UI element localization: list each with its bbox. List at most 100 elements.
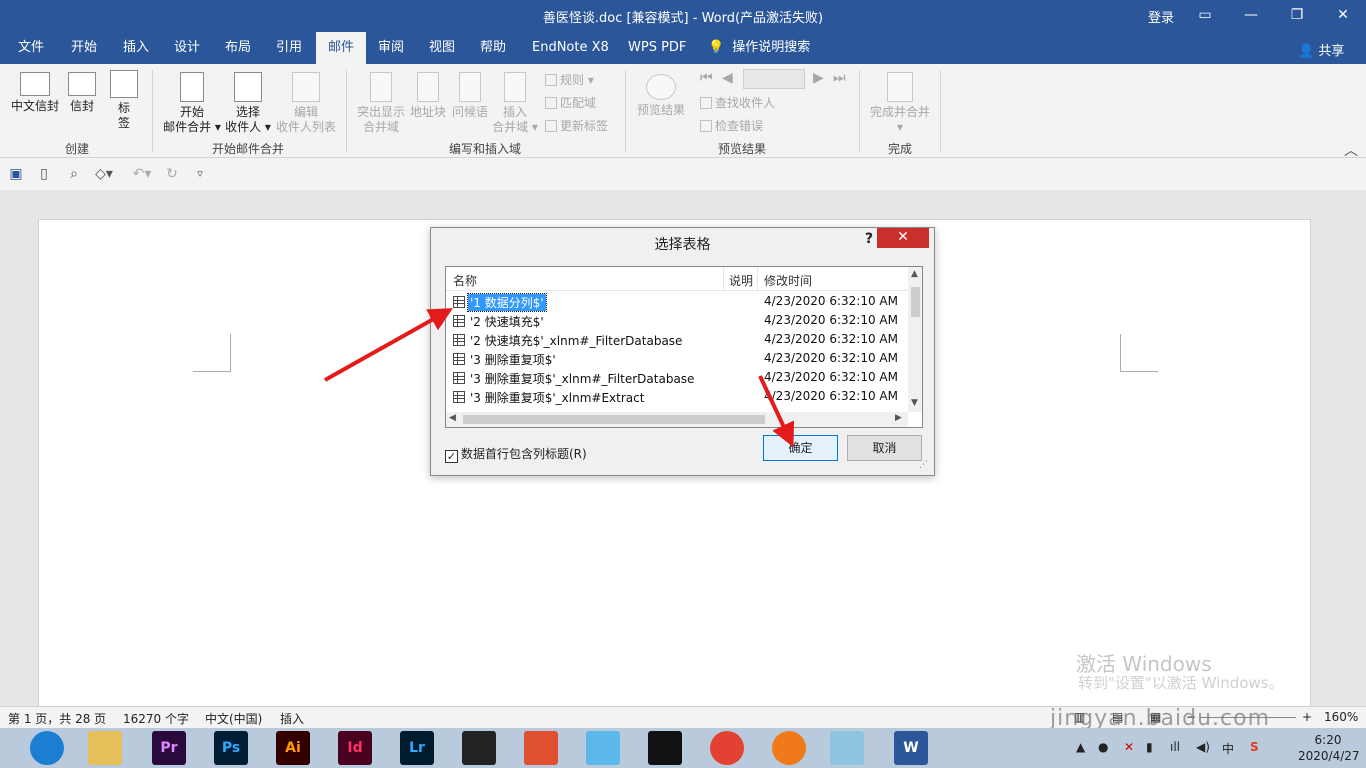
highlight-merge-fields-button[interactable]: 突出显示 合并域 <box>354 72 408 135</box>
language-indicator[interactable]: 中文(中国) <box>205 710 262 727</box>
finish-merge-button[interactable]: 完成并合并 ▾ <box>866 72 934 135</box>
next-record-icon[interactable]: ▶ <box>813 70 824 86</box>
vertical-scrollbar[interactable]: ▲ ▼ <box>908 267 922 412</box>
illustrator-icon[interactable]: Ai <box>276 731 310 765</box>
select-recipients-button[interactable]: 选择 收件人 ▾ <box>224 72 272 135</box>
column-divider[interactable] <box>757 267 758 291</box>
ime-indicator[interactable]: 中 <box>1222 740 1234 757</box>
app-icon[interactable] <box>772 731 806 765</box>
address-block-button[interactable]: 地址块 <box>408 72 448 120</box>
tab-home[interactable]: 开始 <box>63 32 105 64</box>
restore-button[interactable]: ❐ <box>1274 0 1320 32</box>
tab-insert[interactable]: 插入 <box>115 32 157 64</box>
first-record-icon[interactable]: ⏮ <box>700 70 713 86</box>
chat-app-icon[interactable] <box>586 731 620 765</box>
ribbon-display-icon[interactable]: ▭ <box>1182 0 1228 32</box>
save-icon[interactable]: ▣ <box>8 166 24 182</box>
scroll-left-icon[interactable]: ◀ <box>449 413 456 423</box>
premiere-icon[interactable]: Pr <box>152 731 186 765</box>
system-clock[interactable]: 6:20 2020/4/27 <box>1298 732 1360 764</box>
tell-me-search[interactable]: 💡 操作说明搜索 <box>700 32 818 64</box>
browser-app-icon[interactable] <box>30 731 64 765</box>
chrome-icon[interactable] <box>710 731 744 765</box>
insert-merge-field-button[interactable]: 插入 合并域 ▾ <box>492 72 538 135</box>
minimize-button[interactable]: — <box>1228 0 1274 32</box>
share-button[interactable]: 👤 共享 <box>1298 40 1344 59</box>
list-item[interactable]: '2 快速填充$' 4/23/2020 6:32:10 AM <box>446 312 908 331</box>
last-record-icon[interactable]: ⏭ <box>833 70 846 86</box>
table-list[interactable]: 名称 说明 修改时间 '1 数据分列$' 4/23/2020 6:32:10 A… <box>445 266 923 428</box>
edit-recipients-button[interactable]: 编辑 收件人列表 <box>274 72 338 135</box>
dialog-close-button[interactable]: ✕ <box>877 228 929 248</box>
list-item[interactable]: '3 删除重复项$'_xlnm#_FilterDatabase 4/23/202… <box>446 369 908 388</box>
undo-icon[interactable]: ↶▾ <box>128 166 156 182</box>
login-link[interactable]: 登录 <box>1148 7 1174 26</box>
lightroom-icon[interactable]: Lr <box>400 731 434 765</box>
resize-grip-icon[interactable]: ⋰ <box>919 460 928 470</box>
tray-expand-icon[interactable]: ▲ <box>1076 740 1085 754</box>
tab-wps-pdf[interactable]: WPS PDF <box>620 32 694 64</box>
qq-tray-icon[interactable]: ● <box>1098 740 1108 754</box>
column-divider[interactable] <box>723 267 724 291</box>
network-icon[interactable]: ıll <box>1170 740 1180 754</box>
collapse-ribbon-icon[interactable]: ︿ <box>1344 140 1358 160</box>
tab-layout[interactable]: 布局 <box>217 32 259 64</box>
column-description[interactable]: 说明 <box>729 272 753 289</box>
indesign-icon[interactable]: Id <box>338 731 372 765</box>
list-item[interactable]: '2 快速填充$'_xlnm#_FilterDatabase 4/23/2020… <box>446 331 908 350</box>
greeting-line-button[interactable]: 问候语 <box>450 72 490 120</box>
previous-record-icon[interactable]: ◀ <box>722 70 733 86</box>
video-editor-icon[interactable] <box>462 731 496 765</box>
match-fields-button[interactable]: 匹配域 <box>545 94 596 111</box>
preview-results-button[interactable]: 预览结果 <box>634 74 688 118</box>
tab-mailings[interactable]: 邮件 <box>316 32 366 64</box>
cancel-button[interactable]: 取消 <box>847 435 922 461</box>
tab-file[interactable]: 文件 <box>10 32 52 64</box>
tab-review[interactable]: 审阅 <box>370 32 412 64</box>
check-errors-button[interactable]: 检查错误 <box>700 117 763 134</box>
tab-help[interactable]: 帮助 <box>472 32 514 64</box>
rules-button[interactable]: 规则 ▾ <box>545 71 594 88</box>
new-document-icon[interactable]: ▯ <box>36 166 52 182</box>
tab-endnote[interactable]: EndNote X8 <box>524 32 617 64</box>
ok-button[interactable]: 确定 <box>763 435 838 461</box>
column-name[interactable]: 名称 <box>453 272 477 289</box>
first-row-headers-checkbox[interactable]: ✓ 数据首行包含列标题(R) <box>445 445 587 463</box>
start-mail-merge-button[interactable]: 开始 邮件合并 ▾ <box>160 72 224 135</box>
insert-mode[interactable]: 插入 <box>280 710 304 727</box>
word-count[interactable]: 16270 个字 <box>123 710 189 727</box>
list-item[interactable]: '3 删除重复项$'_xlnm#Extract 4/23/2020 6:32:1… <box>446 388 908 407</box>
list-item[interactable]: '1 数据分列$' 4/23/2020 6:32:10 AM <box>446 293 908 312</box>
page-count[interactable]: 第 1 页，共 28 页 <box>8 710 106 727</box>
zoom-level[interactable]: 160% <box>1324 710 1358 724</box>
column-modified[interactable]: 修改时间 <box>764 272 812 289</box>
horizontal-scrollbar[interactable]: ◀ ▶ <box>446 412 908 427</box>
zoom-in-button[interactable]: + <box>1302 710 1312 724</box>
shapes-icon[interactable]: ◇▾ <box>90 166 118 182</box>
tab-view[interactable]: 视图 <box>421 32 463 64</box>
list-item[interactable]: '3 删除重复项$' 4/23/2020 6:32:10 AM <box>446 350 908 369</box>
battery-icon[interactable]: ▮ <box>1146 740 1153 754</box>
tab-design[interactable]: 设计 <box>166 32 208 64</box>
find-recipient-button[interactable]: 查找收件人 <box>700 94 775 111</box>
scroll-up-icon[interactable]: ▲ <box>911 269 918 279</box>
update-labels-button[interactable]: 更新标签 <box>545 117 608 134</box>
envelope-button[interactable]: 信封 <box>66 72 98 114</box>
checkmark-icon[interactable]: ✓ <box>445 450 458 463</box>
close-button[interactable]: ✕ <box>1320 0 1366 32</box>
labels-button[interactable]: 标 签 <box>108 70 140 131</box>
sogou-icon[interactable]: S <box>1250 740 1259 754</box>
scroll-down-icon[interactable]: ▼ <box>911 398 918 408</box>
chinese-envelope-button[interactable]: 中文信封 <box>8 72 62 114</box>
record-number-input[interactable] <box>743 69 805 89</box>
security-tray-icon[interactable]: ✕ <box>1124 740 1134 754</box>
file-explorer-icon[interactable] <box>88 731 122 765</box>
horizontal-scroll-thumb[interactable] <box>463 415 765 424</box>
print-preview-icon[interactable]: ⌕ <box>66 166 82 182</box>
photoshop-icon[interactable]: Ps <box>214 731 248 765</box>
vertical-scroll-thumb[interactable] <box>911 287 920 317</box>
app-icon[interactable] <box>524 731 558 765</box>
help-button[interactable]: ? <box>865 231 873 247</box>
tab-references[interactable]: 引用 <box>268 32 310 64</box>
word-icon[interactable]: W <box>894 731 928 765</box>
